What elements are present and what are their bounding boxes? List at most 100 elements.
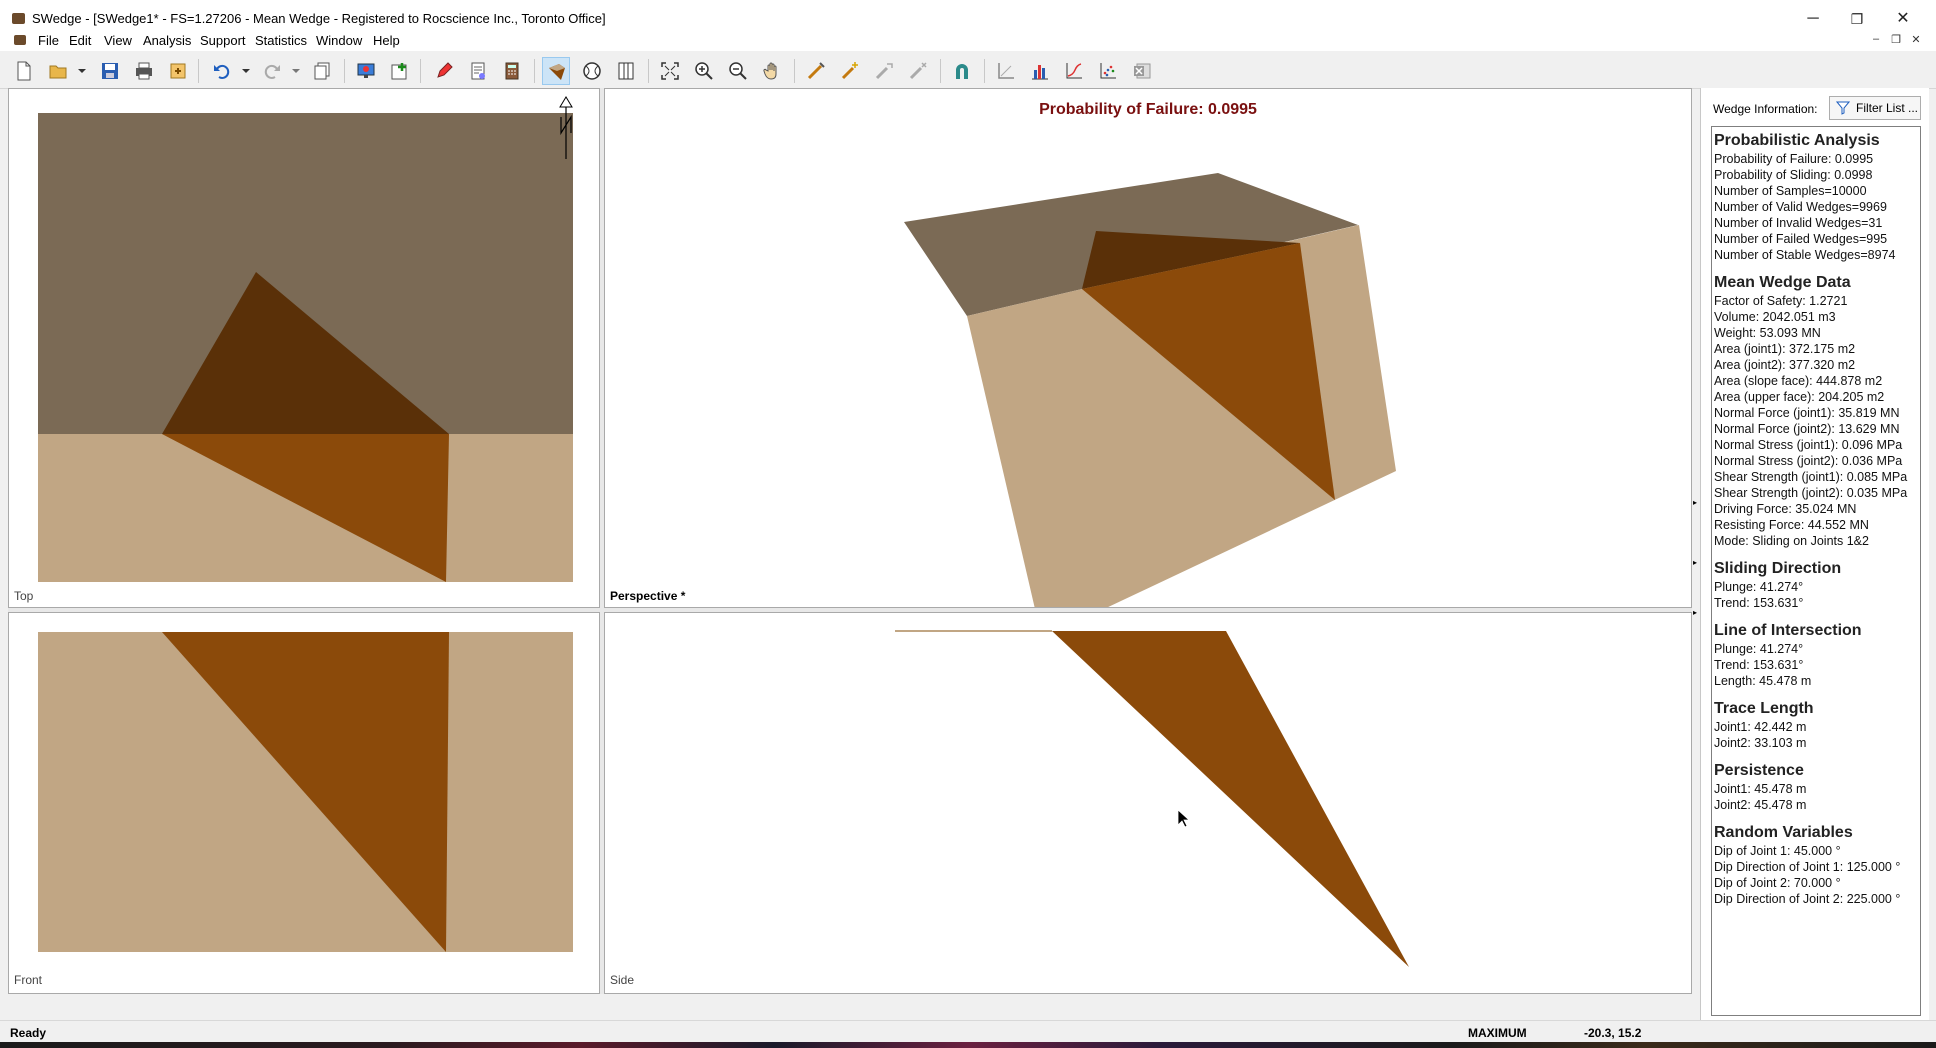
info-line: Area (joint1): 372.175 m2 [1714, 342, 1856, 356]
menu-file[interactable]: File [38, 33, 59, 48]
info-line: Normal Force (joint2): 13.629 MN [1714, 422, 1900, 436]
info-line: Dip Direction of Joint 2: 225.000 ° [1714, 892, 1901, 906]
info-line: Length: 45.478 m [1714, 674, 1812, 688]
save-icon [102, 63, 118, 79]
section-sliding-direction: Sliding Direction Plunge: 41.274° Trend:… [1714, 559, 1918, 611]
open-file-button[interactable] [44, 57, 72, 85]
calculator-button[interactable] [498, 57, 526, 85]
undo-dropdown-button[interactable] [238, 57, 252, 85]
info-line: Joint2: 45.478 m [1714, 798, 1807, 812]
excel-export-button[interactable] [1128, 57, 1156, 85]
info-line: Probability of Failure: 0.0995 [1714, 152, 1874, 166]
export-button[interactable] [164, 57, 192, 85]
info-line: Probability of Sliding: 0.0998 [1714, 168, 1873, 182]
front-view-pane[interactable]: Front [8, 612, 600, 994]
mdi-close-button[interactable]: ✕ [1908, 33, 1924, 47]
undo-button[interactable] [208, 57, 236, 85]
chevron-down-icon [242, 69, 250, 73]
open-dropdown-button[interactable] [72, 57, 88, 85]
info-line: Area (upper face): 204.205 m2 [1714, 390, 1885, 404]
add-bolt-button[interactable] [802, 57, 830, 85]
info-line: Normal Stress (joint2): 0.036 MPa [1714, 454, 1903, 468]
info-line: Mode: Sliding on Joints 1&2 [1714, 534, 1869, 548]
new-file-icon [17, 61, 31, 81]
stereonet-icon [583, 62, 601, 80]
project-settings-button[interactable] [352, 57, 380, 85]
mouse-cursor-icon [1177, 809, 1191, 828]
menu-statistics[interactable]: Statistics [255, 33, 307, 48]
pan-button[interactable] [758, 57, 786, 85]
info-line: Plunge: 41.274° [1714, 580, 1804, 594]
info-line: Number of Stable Wedges=8974 [1714, 248, 1896, 262]
section-title: Trace Length [1714, 700, 1814, 717]
splitter-arrow-icon[interactable]: ▸ [1693, 558, 1699, 568]
section-title: Persistence [1714, 762, 1804, 779]
report-icon [471, 62, 485, 80]
bolt-icon [807, 62, 825, 80]
input-data-button[interactable] [386, 57, 414, 85]
splitter-arrow-icon[interactable]: ▸ [1693, 498, 1699, 508]
columns-icon [618, 62, 634, 80]
magnet-icon [956, 64, 968, 79]
menu-window[interactable]: Window [316, 33, 362, 48]
zoom-out-icon [729, 62, 747, 80]
document-icon[interactable] [14, 35, 26, 45]
status-ready: Ready [10, 1026, 47, 1040]
zoom-out-button[interactable] [724, 57, 752, 85]
print-button[interactable] [130, 57, 158, 85]
info-line: Factor of Safety: 1.2721 [1714, 294, 1848, 308]
zoom-in-button[interactable] [690, 57, 718, 85]
menu-support[interactable]: Support [200, 33, 246, 48]
section-line-of-intersection: Line of Intersection Plunge: 41.274° Tre… [1714, 621, 1918, 689]
redo-dropdown-button[interactable] [288, 57, 302, 85]
bar-chart-icon [1032, 65, 1048, 80]
plot-axes-button[interactable] [992, 57, 1020, 85]
side-view-pane[interactable]: Side [604, 612, 1692, 994]
histogram-button[interactable] [1026, 57, 1054, 85]
perspective-view-pane[interactable]: Probability of Failure: 0.0995 Perspecti… [604, 88, 1692, 608]
desktop-strip [0, 1042, 1936, 1048]
front-view-label: Front [14, 973, 43, 987]
toolbar [0, 52, 1936, 89]
menu-help[interactable]: Help [373, 33, 400, 48]
compute-button[interactable] [430, 57, 458, 85]
scatter-button[interactable] [1094, 57, 1122, 85]
splitter-arrow-icon[interactable]: ▸ [1693, 608, 1699, 618]
wedge-view-button[interactable] [542, 57, 570, 85]
wedge-information-label: Wedge Information: [1713, 102, 1818, 116]
top-view-pane[interactable]: Top [8, 88, 600, 608]
info-line: Trend: 153.631° [1714, 596, 1804, 610]
scatter-icon [1100, 63, 1116, 79]
add-bolt-pattern-button[interactable] [836, 57, 864, 85]
info-line: Joint1: 42.442 m [1714, 720, 1807, 734]
redo-icon [264, 64, 280, 79]
menu-edit[interactable]: Edit [69, 33, 91, 48]
info-line: Shear Strength (joint2): 0.035 MPa [1714, 486, 1908, 500]
status-bar: Ready MAXIMUM -20.3, 15.2 [0, 1020, 1936, 1043]
menu-analysis[interactable]: Analysis [143, 33, 191, 48]
stereonet-button[interactable] [578, 57, 606, 85]
tiled-views-button[interactable] [612, 57, 640, 85]
mdi-restore-button[interactable]: ❐ [1888, 33, 1904, 47]
axes-icon [998, 63, 1014, 79]
delete-bolt-button[interactable] [904, 57, 932, 85]
mdi-minimize-button[interactable]: – [1868, 33, 1884, 47]
new-file-button[interactable] [10, 57, 38, 85]
info-viewer-button[interactable] [464, 57, 492, 85]
undo-icon [214, 64, 230, 79]
filter-list-button[interactable]: Filter List ... [1829, 96, 1921, 120]
zoom-extents-icon [661, 62, 679, 80]
info-line: Joint1: 45.478 m [1714, 782, 1807, 796]
magnet-button[interactable] [948, 57, 976, 85]
edit-bolt-button[interactable] [870, 57, 898, 85]
cumulative-button[interactable] [1060, 57, 1088, 85]
north-arrow-icon [559, 96, 573, 159]
side-view-wedge [1052, 631, 1409, 967]
zoom-all-button[interactable] [656, 57, 684, 85]
save-button[interactable] [96, 57, 124, 85]
app-icon [12, 13, 25, 24]
copy-button[interactable] [308, 57, 336, 85]
wedge-information-list[interactable]: Probabilistic Analysis Probability of Fa… [1711, 126, 1921, 1016]
redo-button[interactable] [258, 57, 286, 85]
menu-view[interactable]: View [104, 33, 132, 48]
